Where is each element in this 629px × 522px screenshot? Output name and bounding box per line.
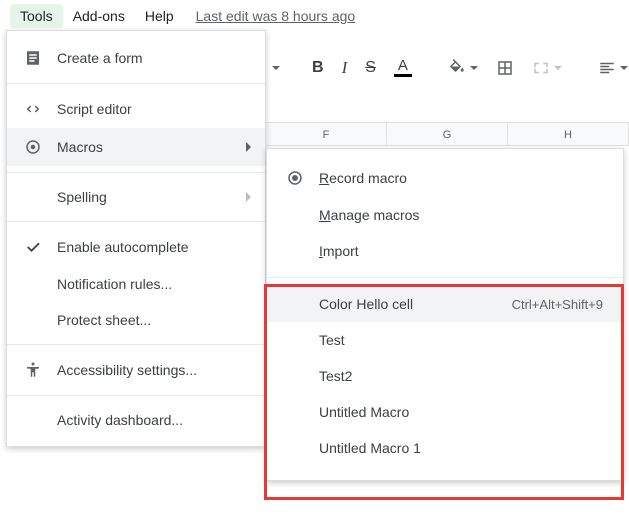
check-icon xyxy=(23,238,43,256)
merge-cells-button[interactable] xyxy=(528,55,566,81)
chevron-right-icon xyxy=(246,192,251,202)
submenu-item-label: Manage macros xyxy=(285,207,603,223)
form-icon xyxy=(23,49,43,67)
menu-item-create-form[interactable]: Create a form xyxy=(7,39,265,77)
menu-item-label: Enable autocomplete xyxy=(57,239,249,255)
divider xyxy=(7,83,265,84)
accessibility-icon xyxy=(23,361,43,379)
divider xyxy=(7,172,265,173)
fill-color-button[interactable] xyxy=(444,55,482,81)
align-icon xyxy=(598,59,616,77)
chevron-down-icon xyxy=(620,66,628,70)
submenu-item-import[interactable]: Import xyxy=(267,233,623,269)
tools-dropdown: Create a form Script editor Macros Spell… xyxy=(6,30,266,447)
script-icon xyxy=(23,100,43,118)
submenu-item-user-macro[interactable]: Test2 xyxy=(267,358,623,394)
divider xyxy=(267,277,623,278)
text-color-button[interactable]: A xyxy=(390,55,416,81)
menu-item-accessibility[interactable]: Accessibility settings... xyxy=(7,351,265,389)
menu-item-activity-dashboard[interactable]: Activity dashboard... xyxy=(7,402,265,438)
menu-item-script-editor[interactable]: Script editor xyxy=(7,90,265,128)
submenu-item-record-macro[interactable]: Record macro xyxy=(267,159,623,197)
borders-icon xyxy=(496,59,514,77)
submenu-item-label: Untitled Macro 1 xyxy=(285,440,603,456)
menu-item-protect-sheet[interactable]: Protect sheet... xyxy=(7,302,265,338)
shortcut-label: Ctrl+Alt+Shift+9 xyxy=(512,297,603,312)
menu-item-spelling[interactable]: Spelling xyxy=(7,179,265,215)
menu-tools-label: Tools xyxy=(20,8,53,24)
menu-item-label: Notification rules... xyxy=(57,276,249,292)
menu-item-label: Activity dashboard... xyxy=(57,412,249,428)
paint-bucket-icon xyxy=(448,59,466,77)
menu-item-macros[interactable]: Macros xyxy=(7,128,265,166)
borders-button[interactable] xyxy=(492,55,518,81)
menu-item-enable-autocomplete[interactable]: Enable autocomplete xyxy=(7,228,265,266)
menu-item-notification-rules[interactable]: Notification rules... xyxy=(7,266,265,302)
menu-item-label: Create a form xyxy=(57,50,249,66)
submenu-item-label: Record macro xyxy=(319,170,603,186)
menu-item-label: Script editor xyxy=(57,101,249,117)
menu-help[interactable]: Help xyxy=(135,4,184,28)
chevron-down-icon xyxy=(554,66,562,70)
bold-button[interactable]: B xyxy=(308,55,328,81)
italic-button[interactable]: I xyxy=(338,54,352,82)
submenu-item-label: Color Hello cell xyxy=(285,296,498,312)
submenu-item-manage-macros[interactable]: Manage macros xyxy=(267,197,623,233)
merge-icon xyxy=(532,59,550,77)
menu-addons[interactable]: Add-ons xyxy=(63,4,135,28)
menu-item-label: Protect sheet... xyxy=(57,312,249,328)
submenu-item-user-macro[interactable]: Color Hello cell Ctrl+Alt+Shift+9 xyxy=(267,286,623,322)
menu-item-label: Spelling xyxy=(57,189,249,205)
divider xyxy=(7,395,265,396)
horizontal-align-button[interactable] xyxy=(594,55,629,81)
submenu-item-label: Untitled Macro xyxy=(285,404,603,420)
column-headers: F G H xyxy=(266,122,629,146)
submenu-item-label: Test xyxy=(285,332,603,348)
toolbar: B I S A xyxy=(266,50,625,86)
menu-item-label: Accessibility settings... xyxy=(57,362,249,378)
column-header[interactable]: H xyxy=(508,123,629,145)
submenu-item-user-macro[interactable]: Test xyxy=(267,322,623,358)
menu-tools[interactable]: Tools xyxy=(10,4,63,28)
menu-help-label: Help xyxy=(145,8,174,24)
divider xyxy=(7,221,265,222)
column-header[interactable]: F xyxy=(266,123,387,145)
strikethrough-button[interactable]: S xyxy=(361,55,380,81)
menu-addons-label: Add-ons xyxy=(73,8,125,24)
macros-submenu: Record macro Manage macros Import Color … xyxy=(266,148,624,481)
menu-item-label: Macros xyxy=(57,139,249,155)
chevron-right-icon xyxy=(246,142,251,152)
record-icon xyxy=(23,138,43,156)
divider xyxy=(7,344,265,345)
menubar: Tools Add-ons Help Last edit was 8 hours… xyxy=(0,0,629,32)
submenu-item-label: Import xyxy=(285,243,603,259)
submenu-item-user-macro[interactable]: Untitled Macro 1 xyxy=(267,430,623,466)
submenu-item-user-macro[interactable]: Untitled Macro xyxy=(267,394,623,430)
submenu-item-label: Test2 xyxy=(285,368,603,384)
text-color-icon: A xyxy=(394,59,412,77)
chevron-down-icon xyxy=(470,66,478,70)
column-header[interactable]: G xyxy=(387,123,508,145)
dropdown-caret-icon[interactable] xyxy=(272,66,280,70)
last-edit-link[interactable]: Last edit was 8 hours ago xyxy=(196,8,356,24)
record-icon xyxy=(285,169,305,187)
